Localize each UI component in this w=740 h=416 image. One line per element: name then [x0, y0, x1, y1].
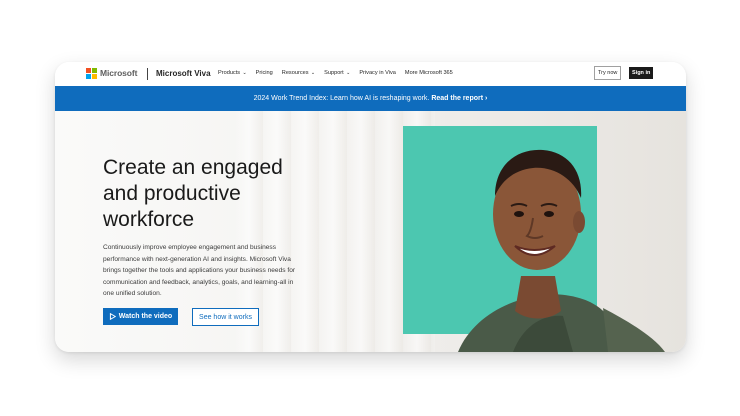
banner-text: 2024 Work Trend Index: Learn how AI is r…	[253, 95, 430, 102]
brand-name[interactable]: Microsoft	[100, 68, 137, 78]
hero-section: Create an engaged and productive workfor…	[55, 111, 686, 352]
chevron-down-icon: ⌄	[241, 70, 247, 76]
sign-in-button[interactable]: Sign in	[629, 67, 654, 79]
watch-video-button[interactable]: Watch the video	[103, 308, 178, 325]
watch-video-label: Watch the video	[118, 313, 173, 320]
hero-person-photo	[458, 149, 665, 352]
top-nav: Microsoft Microsoft Viva Products ⌄ Pric…	[55, 62, 686, 86]
nav-link-products[interactable]: Products ⌄	[218, 70, 247, 76]
nav-link-label: Support	[324, 70, 344, 76]
try-now-button[interactable]: Try now	[594, 66, 622, 80]
nav-link-resources[interactable]: Resources ⌄	[282, 70, 315, 76]
product-name[interactable]: Microsoft Viva	[156, 69, 211, 78]
announcement-banner: 2024 Work Trend Index: Learn how AI is r…	[55, 86, 686, 111]
chevron-down-icon: ⌄	[309, 70, 316, 76]
nav-link-privacy[interactable]: Privacy in Viva	[359, 70, 396, 76]
nav-divider	[147, 68, 148, 80]
nav-links: Products ⌄ Pricing Resources ⌄ Support ⌄…	[218, 70, 462, 76]
banner-link[interactable]: Read the report ›	[431, 95, 487, 102]
microsoft-logo-icon[interactable]	[86, 68, 97, 79]
browser-frame: Microsoft Microsoft Viva Products ⌄ Pric…	[55, 62, 686, 352]
nav-link-label: Pricing	[255, 70, 273, 76]
nav-link-label: Privacy in Viva	[359, 70, 396, 76]
nav-link-label: Products	[218, 70, 241, 76]
nav-link-label: More Microsoft 365	[404, 70, 453, 76]
chevron-down-icon: ⌄	[344, 70, 351, 76]
hero-body: Continuously improve employee engagement…	[103, 244, 296, 298]
banner-link-label: Read the report	[431, 95, 484, 102]
see-how-label: See how it works	[199, 313, 252, 321]
nav-link-more-m365[interactable]: More Microsoft 365	[405, 70, 453, 76]
see-how-it-works-button[interactable]: See how it works	[192, 308, 259, 326]
hero-headline: Create an engaged and productive workfor…	[103, 156, 283, 231]
nav-link-support[interactable]: Support ⌄	[324, 70, 350, 76]
nav-link-label: Resources	[281, 70, 309, 76]
play-icon	[109, 313, 116, 320]
chevron-right-icon: ›	[485, 95, 488, 102]
nav-link-pricing[interactable]: Pricing	[256, 70, 273, 76]
